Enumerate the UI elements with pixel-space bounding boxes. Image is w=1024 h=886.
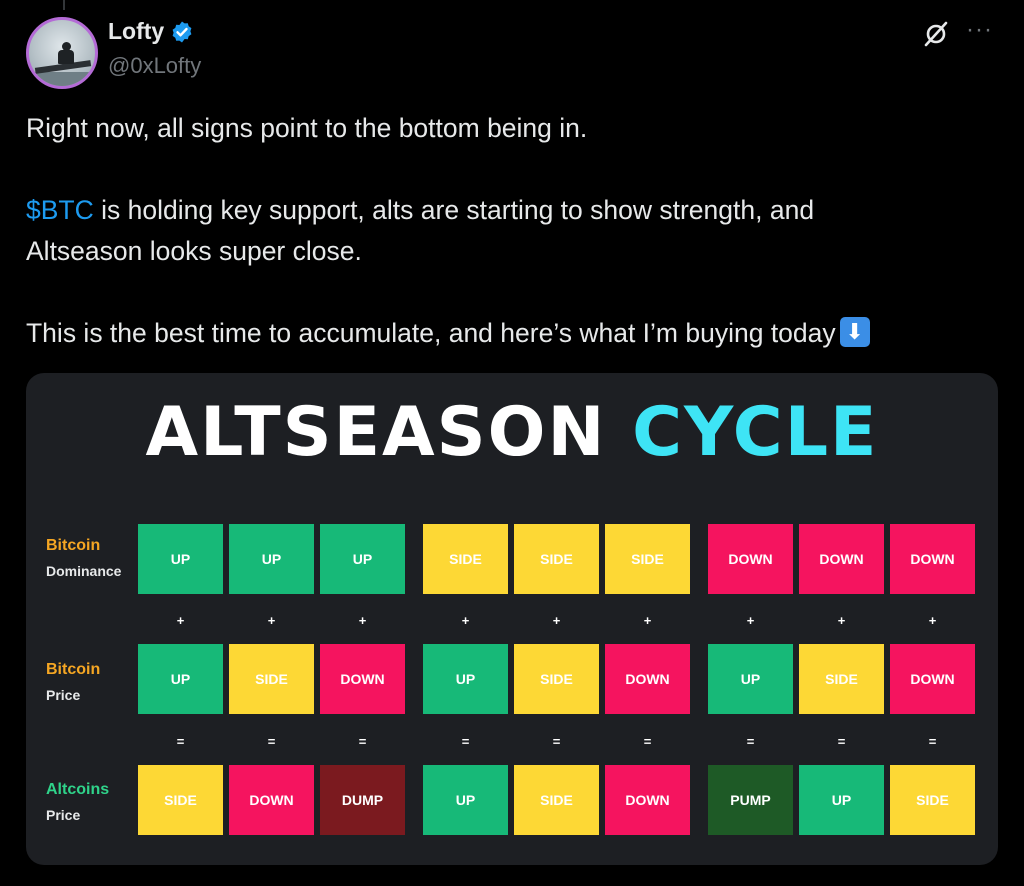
cycle-cell-side: SIDE <box>229 644 314 714</box>
equals-operator: = <box>358 734 367 749</box>
cycle-cell-down: DOWN <box>890 524 975 594</box>
cycle-cell-up: UP <box>320 524 405 594</box>
grok-icon[interactable] <box>922 20 950 48</box>
avatar[interactable] <box>26 17 98 89</box>
equals-operator: = <box>267 734 276 749</box>
cycle-cell-side: SIDE <box>514 644 599 714</box>
tweet-line: This is the best time to accumulate, and… <box>26 313 1006 354</box>
plus-operator: + <box>267 613 276 628</box>
author-display-name[interactable]: Lofty <box>108 18 164 45</box>
plus-operator: + <box>746 613 755 628</box>
cycle-cell-down: DOWN <box>229 765 314 835</box>
plus-operator: + <box>837 613 846 628</box>
equals-operator: = <box>746 734 755 749</box>
row-label-subtitle: Dominance <box>46 563 122 579</box>
cycle-cell-up: UP <box>423 644 508 714</box>
plus-operator: + <box>461 613 470 628</box>
plus-operator: + <box>358 613 367 628</box>
cycle-cell-down: DOWN <box>320 644 405 714</box>
plus-operator: + <box>552 613 561 628</box>
cycle-cell-side: SIDE <box>605 524 690 594</box>
plus-operator: + <box>643 613 652 628</box>
tweet-line: Altseason looks super close. <box>26 236 362 266</box>
tweet-line-text: is holding key support, alts are startin… <box>93 195 815 225</box>
cycle-cell-side: SIDE <box>514 524 599 594</box>
plus-operator: + <box>928 613 937 628</box>
cycle-cell-side: SIDE <box>138 765 223 835</box>
title-main: ALTSEASON <box>145 393 607 472</box>
tweet-line-text: This is the best time to accumulate, and… <box>26 318 836 348</box>
cycle-cell-side: SIDE <box>890 765 975 835</box>
equals-operator: = <box>176 734 185 749</box>
more-options-icon[interactable]: ··· <box>966 16 993 44</box>
cycle-cell-up: UP <box>708 644 793 714</box>
infographic-title: ALTSEASON CYCLE <box>26 393 998 472</box>
tweet-text: Right now, all signs point to the bottom… <box>26 108 1006 354</box>
plus-operator: + <box>176 613 185 628</box>
cycle-cell-side: SIDE <box>799 644 884 714</box>
equals-operator: = <box>928 734 937 749</box>
equals-operator: = <box>552 734 561 749</box>
tweet-line: Right now, all signs point to the bottom… <box>26 113 588 143</box>
row-label-subtitle: Price <box>46 687 81 703</box>
title-accent: CYCLE <box>632 393 879 472</box>
cycle-cell-side: SIDE <box>423 524 508 594</box>
cycle-cell-down: DOWN <box>799 524 884 594</box>
row-label-title: Altcoins <box>46 781 110 798</box>
row-label-title: Bitcoin <box>46 537 101 554</box>
cycle-cell-dump: DUMP <box>320 765 405 835</box>
cycle-cell-side: SIDE <box>514 765 599 835</box>
equals-operator: = <box>643 734 652 749</box>
cycle-cell-down: DOWN <box>708 524 793 594</box>
equals-operator: = <box>461 734 470 749</box>
row-label: Bitcoin Price <box>46 661 100 703</box>
verified-badge-icon <box>172 21 192 42</box>
thread-connector-line <box>63 0 65 10</box>
cycle-cell-up: UP <box>229 524 314 594</box>
tweet-image[interactable]: ALTSEASON CYCLE Bitcoin Dominance UP UP UP SI… <box>26 373 998 865</box>
author-name-row[interactable]: Lofty <box>108 18 194 45</box>
cycle-cell-up: UP <box>138 644 223 714</box>
row-label-subtitle: Price <box>46 807 81 823</box>
row-label-title: Bitcoin <box>46 661 101 678</box>
cycle-cell-up: UP <box>799 765 884 835</box>
row-label: Bitcoin Dominance <box>46 537 121 579</box>
cashtag-link[interactable]: $BTC <box>26 195 94 225</box>
cycle-cell-down: DOWN <box>605 644 690 714</box>
equals-operator: = <box>837 734 846 749</box>
cycle-cell-down: DOWN <box>890 644 975 714</box>
down-arrow-emoji-icon <box>839 317 870 347</box>
cycle-cell-up: UP <box>138 524 223 594</box>
cycle-cell-down: DOWN <box>605 765 690 835</box>
row-label: Altcoins Price <box>46 781 109 823</box>
cycle-cell-pump: PUMP <box>708 765 793 835</box>
tweet-line: $BTC is holding key support, alts are st… <box>26 190 1006 231</box>
cycle-cell-up: UP <box>423 765 508 835</box>
author-handle[interactable]: @0xLofty <box>108 53 201 79</box>
